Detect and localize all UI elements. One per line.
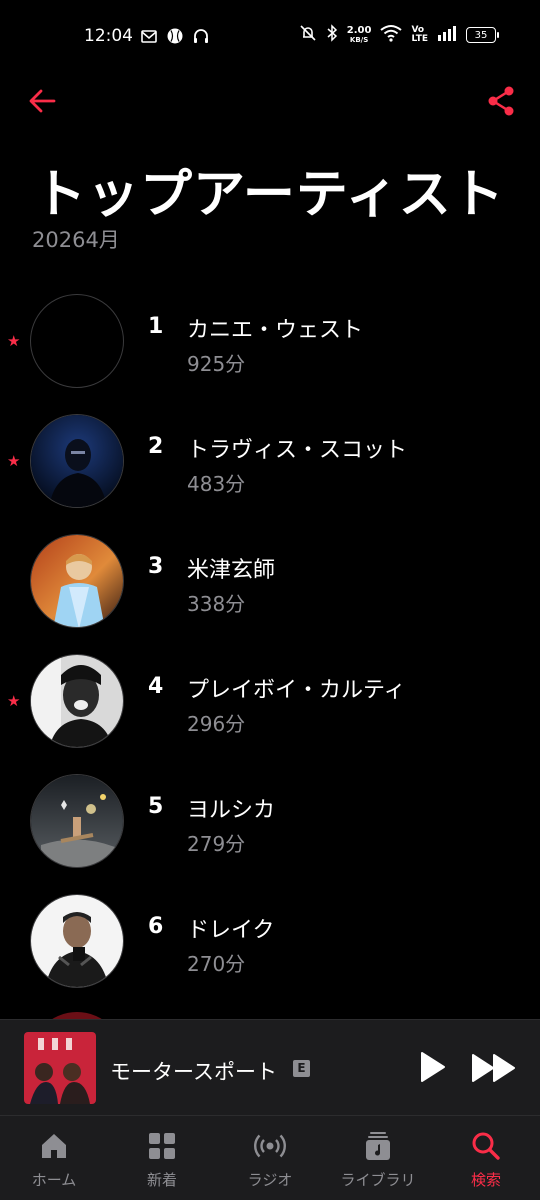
- volte-indicator: Vo LTE: [411, 26, 428, 44]
- tab-radio[interactable]: ラジオ: [220, 1116, 320, 1200]
- search-icon: [472, 1132, 500, 1160]
- artist-avatar: [30, 294, 124, 388]
- artist-rank: 6: [148, 914, 164, 939]
- grid-icon: [149, 1133, 175, 1159]
- network-speed-value: 2.00: [346, 25, 372, 36]
- tab-label: 検索: [470, 1171, 501, 1189]
- artist-avatar: [30, 894, 124, 988]
- artist-name: ドレイク: [187, 918, 275, 943]
- artist-name: ヨルシカ: [187, 798, 276, 823]
- ball-icon: [166, 27, 184, 45]
- tab-library[interactable]: ライブラリ: [328, 1116, 428, 1200]
- status-time: 12:04: [84, 26, 133, 46]
- play-button[interactable]: [418, 1050, 448, 1084]
- artist-row[interactable]: 5 ヨルシカ 279分: [0, 772, 540, 872]
- signal-icon: [437, 25, 457, 45]
- artist-name: 米津玄師: [187, 558, 276, 583]
- artist-rank: 1: [148, 314, 164, 339]
- share-button[interactable]: [484, 84, 518, 118]
- status-bar: 12:04 2.00 KB/S Vo LTE 35: [0, 0, 540, 72]
- artist-avatar: [30, 534, 124, 628]
- artist-minutes: 296分: [187, 712, 246, 736]
- now-playing-artwork: [24, 1032, 96, 1104]
- artist-row[interactable]: ★ 1 カニエ・ウェスト 925分: [0, 292, 540, 392]
- wifi-icon: [380, 24, 403, 46]
- tab-label: ライブラリ: [340, 1171, 416, 1189]
- star-icon: ★: [7, 332, 21, 350]
- artist-avatar: [30, 654, 124, 748]
- back-button[interactable]: [26, 84, 60, 118]
- artist-rank: 5: [148, 794, 164, 819]
- page-title: トップアーティスト: [34, 165, 505, 225]
- artist-rank: 4: [148, 674, 164, 699]
- tab-search[interactable]: 検索: [436, 1116, 536, 1200]
- volte-bottom: LTE: [411, 34, 428, 44]
- tab-label: 新着: [146, 1171, 177, 1189]
- top-bar: [0, 84, 540, 120]
- artist-minutes: 925分: [187, 352, 246, 376]
- battery-icon: 35: [466, 27, 499, 43]
- artist-minutes: 338分: [187, 592, 246, 616]
- network-speed: 2.00 KB/S: [346, 25, 372, 45]
- fast-forward-icon: [472, 1054, 515, 1082]
- artist-minutes: 483分: [187, 472, 246, 496]
- next-track-button[interactable]: [470, 1052, 518, 1084]
- page-subtitle: 20264月: [32, 228, 120, 252]
- tab-bar: ホーム 新着 ラジオ ライブラリ 検索: [0, 1115, 540, 1200]
- play-icon: [421, 1052, 445, 1082]
- network-speed-unit: KB/S: [349, 36, 369, 44]
- artist-name: トラヴィス・スコット: [187, 438, 408, 463]
- artist-row[interactable]: 3 米津玄師 338分: [0, 532, 540, 632]
- artist-minutes: 270分: [187, 952, 246, 976]
- tab-label: ラジオ: [247, 1171, 293, 1189]
- headphones-icon: [192, 27, 210, 45]
- tab-home[interactable]: ホーム: [4, 1116, 104, 1200]
- system-icons: 2.00 KB/S Vo LTE 35: [299, 24, 499, 46]
- explicit-badge: E: [293, 1060, 310, 1077]
- radio-icon: [254, 1134, 286, 1158]
- artist-minutes: 279分: [187, 832, 246, 856]
- home-icon: [42, 1134, 66, 1158]
- star-icon: ★: [7, 692, 21, 710]
- back-arrow-icon: [29, 89, 56, 113]
- artist-name: プレイボイ・カルティ: [187, 678, 406, 703]
- now-playing-title: モータースポート: [110, 1060, 277, 1084]
- mail-icon: [140, 27, 158, 45]
- battery-level: 35: [474, 29, 488, 41]
- tab-new[interactable]: 新着: [112, 1116, 212, 1200]
- mute-icon: [299, 24, 317, 46]
- artist-name: カニエ・ウェスト: [187, 318, 364, 343]
- artist-rank: 2: [148, 434, 164, 459]
- notification-icons: [140, 27, 210, 45]
- artist-row[interactable]: ★ 4 プレイボイ・カルティ 296分: [0, 652, 540, 752]
- artist-row[interactable]: 6 ドレイク 270分: [0, 892, 540, 992]
- star-icon: ★: [7, 452, 21, 470]
- mini-player[interactable]: モータースポート E: [0, 1019, 540, 1116]
- artist-avatar: [30, 414, 124, 508]
- artist-avatar: [30, 774, 124, 868]
- artist-row[interactable]: ★ 2 トラヴィス・スコット 483分: [0, 412, 540, 512]
- artist-rank: 3: [148, 554, 164, 579]
- library-icon: [366, 1132, 390, 1160]
- bluetooth-icon: [326, 24, 338, 46]
- tab-label: ホーム: [31, 1171, 77, 1189]
- share-icon: [488, 86, 514, 116]
